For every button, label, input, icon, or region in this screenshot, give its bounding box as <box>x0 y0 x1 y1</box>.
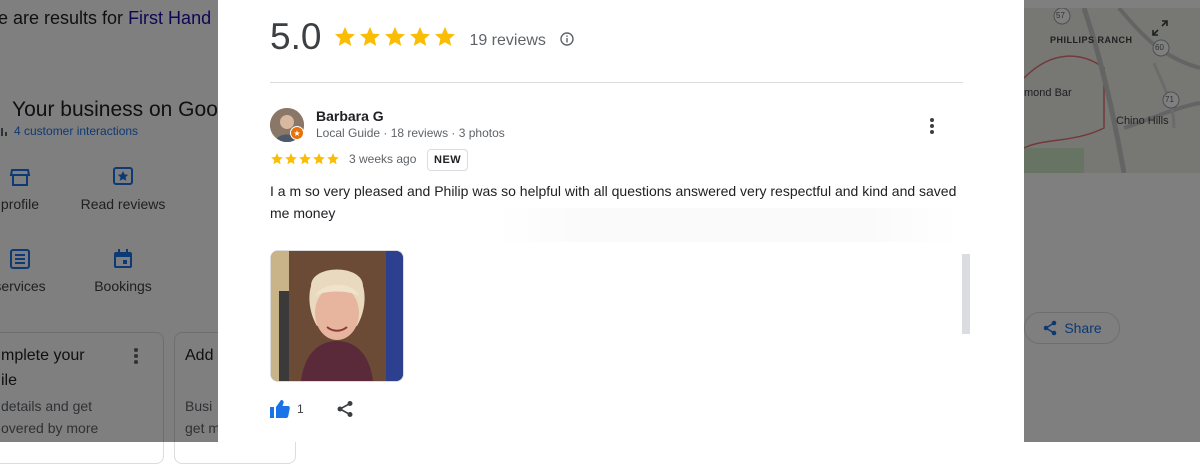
review-count: 19 reviews <box>469 32 546 49</box>
review-time: 3 weeks ago <box>349 152 417 166</box>
star-icon <box>313 153 325 165</box>
like-button[interactable]: 1 <box>270 400 304 418</box>
more-vert-icon <box>930 118 934 134</box>
reviewer-name[interactable]: Barbara G <box>316 108 384 124</box>
star-icon <box>299 153 311 165</box>
more-options-button[interactable] <box>920 114 944 138</box>
new-badge: NEW <box>427 149 469 171</box>
reviews-dialog: 5.0 19 reviews ★ Barbara G Local Guide ·… <box>218 0 1024 442</box>
star-icon <box>271 153 283 165</box>
rating-value: 5.0 <box>270 16 322 57</box>
like-count: 1 <box>297 402 304 416</box>
reviewer-meta: Local Guide · 18 reviews · 3 photos <box>316 126 505 140</box>
star-icon <box>360 27 381 46</box>
rating-summary: 5.0 19 reviews <box>270 16 574 58</box>
star-icon <box>435 27 456 46</box>
review-text: I a m so very pleased and Philip was so … <box>270 183 957 221</box>
divider <box>270 82 963 83</box>
review-photo[interactable] <box>270 250 404 382</box>
share-review-button[interactable] <box>336 400 354 423</box>
info-icon[interactable] <box>560 32 574 46</box>
scrollbar[interactable] <box>962 254 970 334</box>
rating-stars <box>333 25 457 49</box>
local-guide-badge-icon: ★ <box>290 126 304 140</box>
review-stars <box>270 152 340 166</box>
star-icon <box>285 153 297 165</box>
star-icon <box>335 27 356 46</box>
review-photo-image <box>271 251 403 381</box>
share-icon <box>337 401 353 417</box>
star-icon <box>410 27 431 46</box>
star-icon <box>385 27 406 46</box>
star-icon <box>327 153 339 165</box>
thumbs-up-icon <box>270 400 290 418</box>
